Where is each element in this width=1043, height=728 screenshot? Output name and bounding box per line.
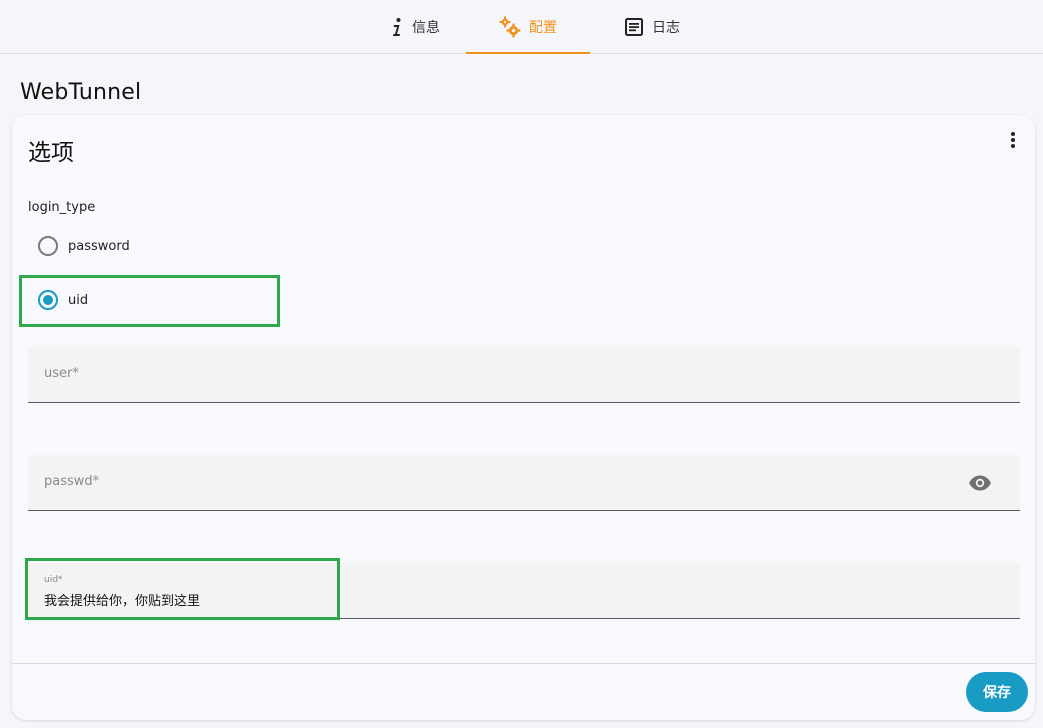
- info-icon: [390, 17, 404, 37]
- options-card: 选项 login_type password uid user* passwd*…: [12, 115, 1035, 720]
- user-placeholder: user*: [44, 366, 79, 381]
- radio-uid[interactable]: uid: [38, 288, 88, 312]
- uid-value: 我会提供给你，你贴到这里: [44, 594, 201, 609]
- tab-config-label: 配置: [529, 19, 557, 36]
- passwd-field[interactable]: passwd*: [28, 455, 1020, 511]
- tab-log-label: 日志: [652, 19, 680, 36]
- document-icon: [624, 17, 644, 37]
- tab-config[interactable]: 配置: [466, 0, 590, 54]
- footer-divider: [12, 663, 1035, 664]
- radio-password[interactable]: password: [38, 234, 130, 258]
- passwd-placeholder: passwd*: [44, 474, 100, 489]
- uid-field[interactable]: uid* 我会提供给你，你贴到这里: [28, 563, 1020, 619]
- uid-label: uid*: [44, 575, 63, 585]
- tab-log[interactable]: 日志: [592, 0, 712, 53]
- eye-icon[interactable]: [968, 471, 992, 495]
- gears-icon: [499, 16, 521, 38]
- tab-info[interactable]: 信息: [365, 0, 465, 53]
- more-vert-icon[interactable]: [1002, 127, 1024, 153]
- app-title: WebTunnel: [20, 80, 142, 105]
- login-type-label: login_type: [28, 200, 96, 215]
- radio-password-label: password: [68, 238, 130, 254]
- radio-button-checked[interactable]: [38, 290, 58, 310]
- card-title: 选项: [28, 140, 74, 166]
- radio-button-unchecked[interactable]: [38, 236, 58, 256]
- save-button[interactable]: 保存: [966, 672, 1028, 712]
- tab-bar: 信息 配置 日志: [0, 0, 1043, 54]
- user-field[interactable]: user*: [28, 347, 1020, 403]
- tab-info-label: 信息: [412, 19, 440, 36]
- radio-uid-label: uid: [68, 292, 89, 308]
